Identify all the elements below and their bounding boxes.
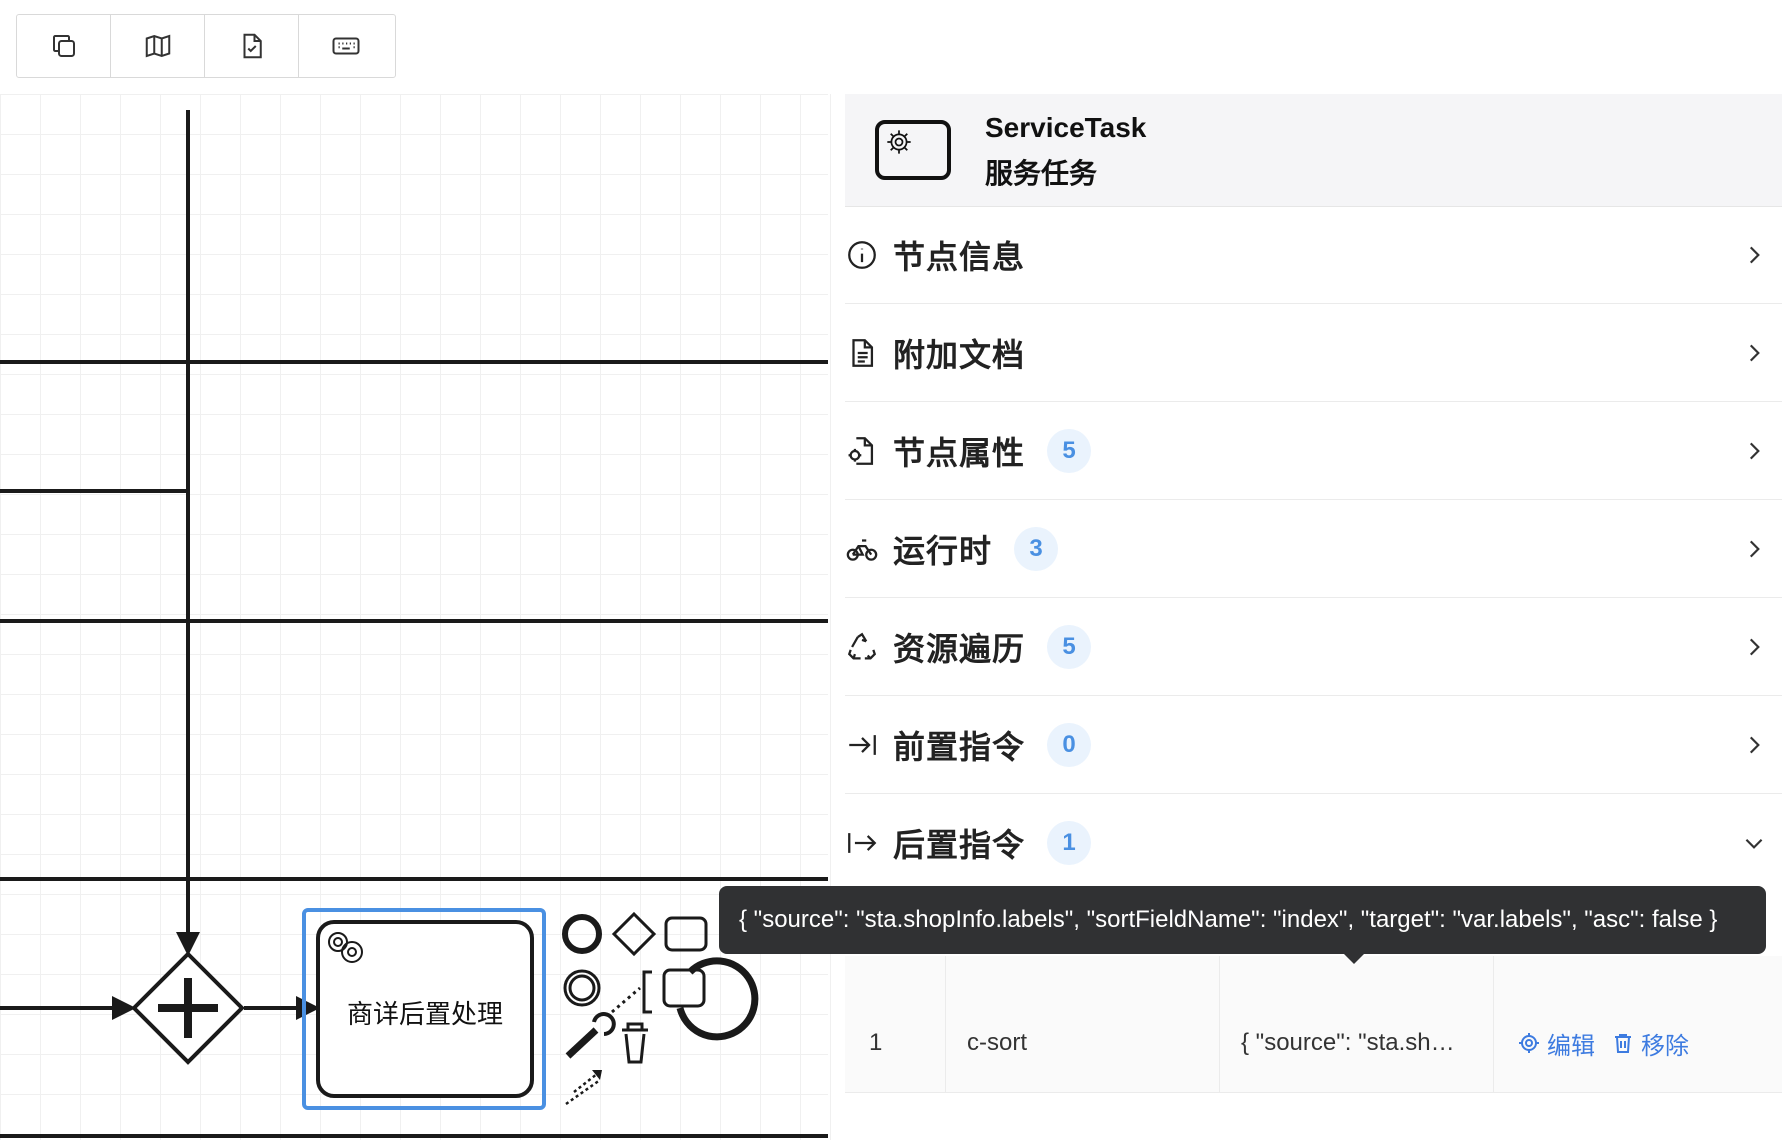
chevron-right-icon xyxy=(1749,344,1760,362)
element-type: ServiceTask xyxy=(985,112,1147,143)
count-badge: 0 xyxy=(1047,722,1092,767)
section-label: 前置指令 xyxy=(893,728,1026,765)
count-badge: 1 xyxy=(1047,821,1092,865)
section-pre-instructions[interactable]: 前置指令 0 xyxy=(845,696,1782,794)
trash-icon xyxy=(622,1022,648,1064)
append-gateway-icon xyxy=(611,911,657,957)
connect-icon xyxy=(611,986,641,1014)
trash-icon xyxy=(1615,1034,1631,1053)
remove-label: 移除 xyxy=(1641,1032,1689,1060)
sequence-flows xyxy=(0,110,300,1010)
count-badge: 5 xyxy=(1047,624,1092,669)
remove-button[interactable]: 移除 xyxy=(1611,1026,1689,1061)
section-label: 后置指令 xyxy=(893,827,1026,863)
section-node-properties[interactable]: 节点属性 5 xyxy=(845,402,1782,500)
arrow-to-line-icon xyxy=(845,728,879,762)
append-task-icon xyxy=(664,916,708,952)
section-node-info[interactable]: 节点信息 xyxy=(845,206,1782,304)
parallel-gateway[interactable] xyxy=(131,951,245,1065)
chevron-right-icon xyxy=(1749,246,1760,264)
count-badge: 3 xyxy=(1014,526,1059,571)
row-instruction-name: c-sort xyxy=(967,1029,1027,1056)
properties-panel: ServiceTask 服务任务 节点信息 附加文档 节点属性 5 运行时 3 xyxy=(830,94,1782,1140)
file-gear-icon xyxy=(845,434,879,468)
arrow-from-line-icon xyxy=(845,826,879,860)
chevron-right-icon xyxy=(1749,736,1760,754)
section-resource-iteration[interactable]: 资源遍历 5 xyxy=(845,598,1782,696)
document-icon xyxy=(845,336,879,370)
validate-button[interactable] xyxy=(205,15,299,77)
wrench-icon xyxy=(565,1027,599,1059)
section-documentation[interactable]: 附加文档 xyxy=(845,304,1782,402)
panel-header: ServiceTask 服务任务 xyxy=(845,94,1782,207)
section-post-instructions[interactable]: 后置指令 1 xyxy=(845,794,1782,892)
gear-icon xyxy=(1519,1033,1539,1053)
count-badge: 5 xyxy=(1047,428,1092,473)
section-label: 附加文档 xyxy=(893,336,1026,373)
copy-button[interactable] xyxy=(17,15,111,77)
row-params[interactable]: { "source": "sta.sh… xyxy=(1241,994,1481,1092)
row-index: 1 xyxy=(869,1029,883,1056)
keyboard-shortcuts-button[interactable] xyxy=(299,15,393,77)
diagram-canvas[interactable]: 商详后置处理 xyxy=(0,94,828,1140)
section-runtime[interactable]: 运行时 3 xyxy=(845,500,1782,598)
editor-toolbar xyxy=(16,14,396,78)
keyboard-icon xyxy=(332,37,360,55)
file-check-icon xyxy=(243,33,262,59)
section-label: 运行时 xyxy=(893,532,993,569)
map-icon xyxy=(145,34,170,58)
chevron-down-icon xyxy=(1745,838,1763,849)
params-tooltip: { "source": "sta.shopInfo.labels", "sort… xyxy=(719,886,1766,954)
section-label: 节点信息 xyxy=(893,238,1026,275)
chevron-right-icon xyxy=(1749,442,1760,460)
annotation-icon xyxy=(642,970,652,1014)
recycle-icon xyxy=(845,630,879,664)
edit-label: 编辑 xyxy=(1547,1032,1595,1060)
info-icon xyxy=(845,238,879,272)
tooltip-text: { "source": "sta.shopInfo.labels", "sort… xyxy=(739,906,1718,933)
task-label: 商详后置处理 xyxy=(346,999,503,1029)
copy-icon xyxy=(52,35,75,57)
service-task-icon xyxy=(875,120,951,180)
replace-task-icon xyxy=(662,968,706,1008)
tooltip-arrow xyxy=(1342,952,1366,964)
element-type-name: 服务任务 xyxy=(985,158,1098,189)
append-end-event-icon xyxy=(562,914,602,954)
loop-handle-icon xyxy=(676,957,759,1041)
minimap-button[interactable] xyxy=(111,15,205,77)
instructions-table-header xyxy=(845,956,1782,995)
section-label: 资源遍历 xyxy=(893,630,1026,667)
bpmn-diagram xyxy=(0,110,828,1138)
edit-button[interactable]: 编辑 xyxy=(1517,1026,1595,1061)
table-row: 1 c-sort { "source": "sta.sh… 编辑 移除 xyxy=(845,994,1782,1093)
bike-icon xyxy=(845,532,879,566)
chevron-right-icon xyxy=(1749,638,1760,656)
section-label: 节点属性 xyxy=(893,434,1026,471)
chevron-right-icon xyxy=(1749,540,1760,558)
